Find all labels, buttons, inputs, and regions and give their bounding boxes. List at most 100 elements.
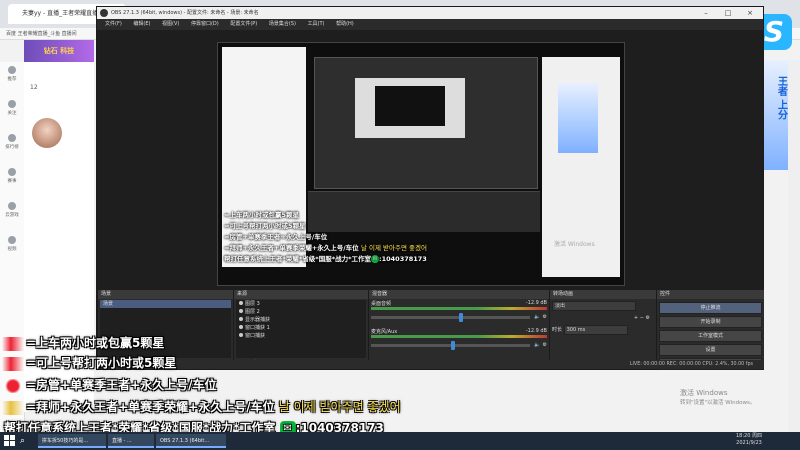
menu-docks[interactable]: 停靠窗口(D) bbox=[191, 21, 219, 27]
wings-icon bbox=[2, 356, 24, 371]
mixer-db: -12.9 dB bbox=[525, 300, 547, 306]
banner-text: 钻石 科技 bbox=[43, 47, 75, 55]
controls-header: 控件 bbox=[657, 290, 764, 299]
source-item[interactable]: 图层 3 bbox=[236, 300, 366, 308]
eye-icon[interactable] bbox=[239, 333, 243, 337]
heart-icon bbox=[8, 100, 16, 108]
stream-banner: 钻石 科技 bbox=[24, 40, 94, 62]
taskbar-app-browser[interactable]: 拼车拆50技巧的是... bbox=[38, 434, 106, 448]
volume-slider[interactable] bbox=[371, 312, 531, 322]
nested-capture-inner bbox=[375, 86, 445, 126]
volume-meter bbox=[371, 307, 547, 310]
home-icon bbox=[8, 66, 16, 74]
captured-screen: =上车两小时或包赢5颗星 =可上号帮打两小时或5颗星 =房管+单赛季王者+永久上… bbox=[217, 42, 625, 286]
mixer-db: -12.9 dB bbox=[525, 328, 547, 334]
gear-icon[interactable]: ⚙ bbox=[646, 315, 650, 321]
wings-gold-icon bbox=[2, 400, 24, 415]
start-recording-button[interactable]: 开始录制 bbox=[659, 316, 762, 328]
sidebar-item-video[interactable]: 视频 bbox=[0, 236, 24, 266]
search-icon[interactable]: ⌕ bbox=[20, 435, 32, 447]
duration-input[interactable]: 300 ms bbox=[563, 324, 628, 335]
preview-canvas[interactable]: =上车两小时或包赢5颗星 =可上号帮打两小时或5颗星 =房管+单赛季王者+永久上… bbox=[97, 30, 763, 290]
ranking-icon bbox=[8, 134, 16, 142]
status-bar: LIVE: 00:00:00 REC: 00:00:00 CPU: 2.4%, … bbox=[97, 360, 763, 369]
taskbar-app-live[interactable]: 直播 - ... bbox=[108, 434, 154, 448]
obs-logo-icon bbox=[100, 9, 108, 17]
caption-line-5-small: 帮打任意系统上王者*荣耀*省级*国服*战力*工作室 ✉:1040378173 bbox=[224, 255, 427, 263]
speaker-icon[interactable]: 🔈 bbox=[534, 342, 540, 348]
transition-duration-row: 时长 300 ms bbox=[552, 324, 654, 336]
source-item[interactable]: 显示器捕获 bbox=[236, 316, 366, 324]
volume-slider-knob[interactable] bbox=[458, 312, 463, 322]
menu-edit[interactable]: 编辑(E) bbox=[133, 21, 150, 27]
eye-icon[interactable] bbox=[239, 301, 243, 305]
sidebar-item-ranking[interactable]: 排行榜 bbox=[0, 134, 24, 164]
cloud-icon bbox=[8, 202, 16, 210]
windows-start-icon[interactable] bbox=[4, 435, 16, 447]
sidebar-item-label: 推荐 bbox=[7, 77, 17, 82]
mixer-header: 混音器 bbox=[369, 290, 549, 299]
eye-icon[interactable] bbox=[239, 309, 243, 313]
obs-docks: 场景 场景 + − ⚙ ∧ ∨ 来源 图层 3 图层 2 显示器捕获 窗口捕获 … bbox=[97, 290, 764, 370]
mixer-name: 桌面音频 bbox=[371, 301, 392, 307]
browser-scrollbar[interactable] bbox=[788, 62, 800, 432]
transition-select[interactable]: 淡出 bbox=[552, 300, 636, 311]
caption-line-2: =可上号帮打两小时或5颗星 bbox=[2, 354, 176, 371]
close-button[interactable]: × bbox=[739, 7, 761, 19]
stop-streaming-button[interactable]: 停止推流 bbox=[659, 302, 762, 314]
sidebar-item-events[interactable]: 赛事 bbox=[0, 168, 24, 198]
menu-bar: 文件(F) 编辑(E) 视图(V) 停靠窗口(D) 配置文件(P) 场景集合(S… bbox=[97, 19, 763, 30]
menu-profile[interactable]: 配置文件(P) bbox=[230, 21, 257, 27]
menu-scene-collection[interactable]: 场景集合(S) bbox=[269, 21, 296, 27]
controls-body: 停止推流 开始录制 工作室模式 设置 退出 bbox=[659, 300, 762, 370]
add-icon[interactable]: + bbox=[634, 315, 638, 321]
sidebar-item-label: 云游戏 bbox=[5, 213, 19, 218]
menu-view[interactable]: 视图(V) bbox=[162, 21, 179, 27]
eye-icon[interactable] bbox=[239, 317, 243, 321]
transition-add-row: + − ⚙ bbox=[552, 312, 654, 324]
badge-icon bbox=[2, 378, 24, 393]
sidebar-item-follow[interactable]: 关注 bbox=[0, 100, 24, 130]
settings-button[interactable]: 设置 bbox=[659, 344, 762, 356]
taskbar: ⌕ 拼车拆50技巧的是... 直播 - ... OBS 27.1.3 (64bi… bbox=[0, 432, 800, 450]
caption-line-3: =房管+单赛季王者+永久上号/车位 bbox=[2, 376, 217, 393]
volume-slider[interactable] bbox=[371, 340, 531, 350]
avatar[interactable] bbox=[32, 118, 62, 148]
transitions-dock: 转场动画 淡出 + − ⚙ 时长 300 ms bbox=[549, 290, 656, 369]
gear-icon[interactable]: ⚙ bbox=[543, 314, 547, 320]
mixer-row-desktop: 桌面音频 -12.9 dB 🔈 ⚙ bbox=[371, 300, 547, 328]
nested-obs-preview bbox=[314, 57, 538, 189]
mixer-row-mic: 麦克风/Aux -12.9 dB 🔈 ⚙ bbox=[371, 328, 547, 356]
clock-time: 18:20 周四 bbox=[736, 433, 762, 439]
sources-list: 图层 3 图层 2 显示器捕获 窗口捕获 1 窗口捕获 bbox=[236, 300, 366, 358]
maximize-button[interactable]: □ bbox=[717, 7, 739, 19]
gear-icon[interactable]: ⚙ bbox=[543, 342, 547, 348]
mixer-dock: 混音器 桌面音频 -12.9 dB 🔈 ⚙ 麦克风/Aux -12.9 dB 🔈… bbox=[368, 290, 549, 369]
activate-windows-watermark: 激活 Windows 转到"设置"以激活 Windows。 bbox=[680, 389, 756, 406]
obs-title-bar[interactable]: OBS 27.1.3 (64bit, windows) - 配置文件: 未命名 … bbox=[97, 7, 763, 19]
menu-tools[interactable]: 工具(T) bbox=[308, 21, 325, 27]
source-item[interactable]: 窗口捕获 bbox=[236, 332, 366, 340]
volume-slider-knob[interactable] bbox=[450, 340, 455, 350]
remove-icon[interactable]: − bbox=[640, 315, 644, 321]
transitions-body: 淡出 + − ⚙ 时长 300 ms bbox=[552, 300, 654, 358]
taskbar-app-obs[interactable]: OBS 27.1.3 (64bit... bbox=[156, 434, 226, 448]
video-icon bbox=[8, 236, 16, 244]
source-item[interactable]: 图层 2 bbox=[236, 308, 366, 316]
menu-help[interactable]: 帮助(H) bbox=[336, 21, 354, 27]
taskbar-clock[interactable]: 18:20 周四 2021/9/23 bbox=[736, 433, 762, 447]
sidebar-item-cloud-game[interactable]: 云游戏 bbox=[0, 202, 24, 232]
sidebar-item-recommend[interactable]: 推荐 bbox=[0, 66, 24, 96]
speaker-icon[interactable]: 🔈 bbox=[534, 314, 540, 320]
controls-dock: 控件 停止推流 开始录制 工作室模式 设置 退出 bbox=[656, 290, 764, 370]
sidebar-item-label: 关注 bbox=[7, 111, 17, 116]
caption-line-2-small: =可上号帮打两小时或5颗星 bbox=[224, 222, 306, 230]
clock-date: 2021/9/23 bbox=[736, 440, 762, 446]
menu-file[interactable]: 文件(F) bbox=[105, 21, 122, 27]
minimize-button[interactable]: – bbox=[695, 7, 717, 19]
eye-icon[interactable] bbox=[239, 325, 243, 329]
scene-item[interactable]: 场景 bbox=[100, 300, 231, 308]
studio-mode-button[interactable]: 工作室模式 bbox=[659, 330, 762, 342]
sources-dock: 来源 图层 3 图层 2 显示器捕获 窗口捕获 1 窗口捕获 + − ⚙ bbox=[233, 290, 368, 369]
source-item[interactable]: 窗口捕获 1 bbox=[236, 324, 366, 332]
